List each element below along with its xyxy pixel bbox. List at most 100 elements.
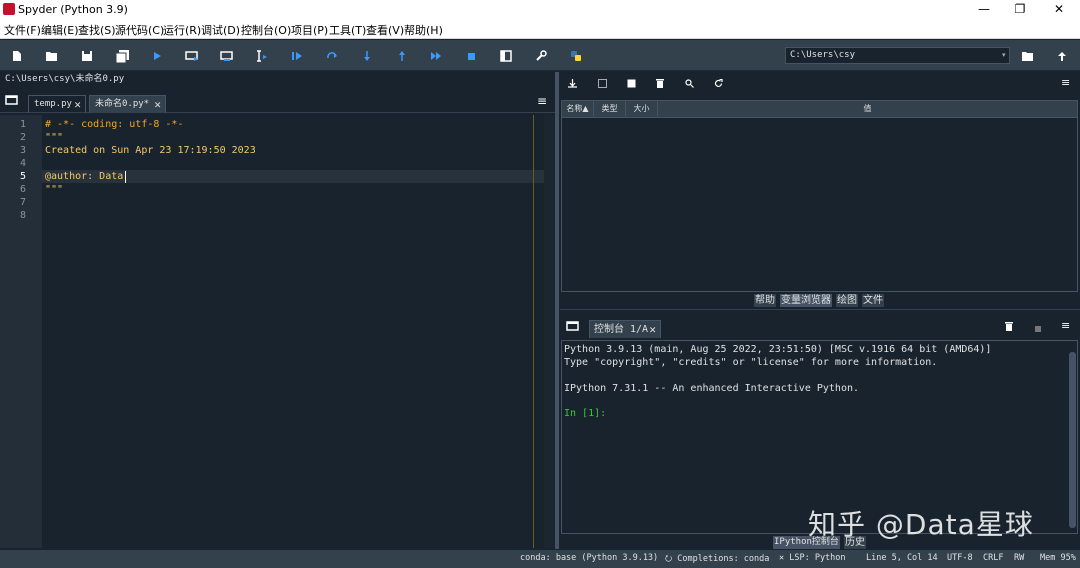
close-window-button[interactable]: ✕ xyxy=(1041,0,1077,20)
browse-folder-icon[interactable] xyxy=(1017,46,1037,66)
pane-divider xyxy=(560,309,1080,310)
window-title: Spyder (Python 3.9) xyxy=(18,3,128,16)
new-file-icon[interactable] xyxy=(7,46,27,66)
open-file-icon[interactable] xyxy=(42,46,62,66)
menu-debug[interactable]: 调试(D) xyxy=(201,22,240,38)
line-number: 6 xyxy=(19,184,26,195)
python-path-manager-icon[interactable] xyxy=(566,46,586,66)
spyder-logo-icon xyxy=(3,3,15,15)
tab-label: 未命名0.py* xyxy=(95,99,150,109)
code-line: """ xyxy=(45,184,64,195)
step-over-icon[interactable] xyxy=(322,46,342,66)
status-eol: CRLF xyxy=(983,553,1004,563)
title-bar xyxy=(0,0,1080,20)
console-line: Python 3.9.13 (main, Aug 25 2022, 23:51:… xyxy=(564,344,992,355)
run-icon[interactable] xyxy=(147,46,167,66)
menu-search[interactable]: 查找(S) xyxy=(78,22,116,38)
menu-help[interactable]: 帮助(H) xyxy=(404,22,443,38)
step-return-icon[interactable] xyxy=(392,46,412,66)
tab-plots[interactable]: 绘图 xyxy=(836,294,858,307)
save-data-icon[interactable] xyxy=(598,78,608,88)
import-data-icon[interactable] xyxy=(568,78,578,88)
status-lsp[interactable]: ✕ LSP: Python xyxy=(779,553,846,563)
edge-line-marker xyxy=(533,115,534,548)
text-cursor xyxy=(125,171,126,183)
line-number: 7 xyxy=(19,197,26,208)
line-number-current: 5 xyxy=(19,171,26,182)
browse-tabs-icon[interactable] xyxy=(566,320,580,332)
parent-directory-icon[interactable] xyxy=(1052,46,1072,66)
close-tab-icon[interactable]: ✕ xyxy=(649,321,656,338)
tab-help[interactable]: 帮助 xyxy=(754,294,776,307)
remove-all-variables-icon[interactable] xyxy=(656,78,666,88)
status-cursor-position: Line 5, Col 14 xyxy=(866,553,938,563)
working-directory-combo[interactable]: C:\Users\csy xyxy=(785,47,1010,64)
line-number: 3 xyxy=(19,145,26,156)
menu-edit[interactable]: 编辑(E) xyxy=(41,22,79,38)
editor-options-menu-icon[interactable]: ≡ xyxy=(537,95,549,107)
preferences-icon[interactable] xyxy=(531,46,551,66)
tab-console-1a[interactable]: 控制台 1/A ✕ xyxy=(589,320,661,338)
maximize-pane-icon[interactable] xyxy=(496,46,516,66)
search-icon[interactable] xyxy=(685,78,695,88)
status-permissions: RW xyxy=(1014,553,1025,563)
column-header-name[interactable]: 名称▲ xyxy=(562,101,594,117)
close-tab-icon[interactable]: ✕ xyxy=(154,96,161,113)
menu-consoles[interactable]: 控制台(O) xyxy=(241,22,291,38)
status-encoding: UTF-8 xyxy=(947,553,973,563)
save-all-icon[interactable] xyxy=(112,46,132,66)
browse-tabs-icon[interactable] xyxy=(5,94,19,106)
debug-icon[interactable] xyxy=(287,46,307,66)
run-selection-icon[interactable] xyxy=(252,46,272,66)
continue-icon[interactable] xyxy=(426,46,446,66)
variable-explorer-options-icon[interactable]: ≡ xyxy=(1061,77,1073,89)
menu-view[interactable]: 查看(V) xyxy=(366,22,404,38)
editor-scrollbar[interactable] xyxy=(544,115,554,548)
console-line: Type "copyright", "credits" or "license"… xyxy=(564,357,938,368)
remove-icon[interactable] xyxy=(1005,321,1014,331)
line-number: 4 xyxy=(19,158,26,169)
stop-kernel-icon[interactable] xyxy=(1035,322,1043,332)
console-options-icon[interactable]: ≡ xyxy=(1061,320,1073,332)
tab-label: temp.py xyxy=(34,99,72,109)
run-cell-advance-icon[interactable] xyxy=(217,46,237,66)
menu-run[interactable]: 运行(R) xyxy=(163,22,201,38)
tab-untitled0-py[interactable]: 未命名0.py* ✕ xyxy=(89,95,166,113)
console-prompt: In [1]: xyxy=(564,408,607,419)
column-header-type[interactable]: 类型 xyxy=(594,101,626,117)
console-tab-label: 控制台 1/A xyxy=(594,324,649,335)
minimize-button[interactable]: — xyxy=(966,0,1002,20)
status-completions[interactable]: ⭮ Completions: conda xyxy=(665,553,769,567)
save-icon[interactable] xyxy=(77,46,97,66)
menu-source[interactable]: 源代码(C) xyxy=(115,22,164,38)
console-line: IPython 7.31.1 -- An enhanced Interactiv… xyxy=(564,383,860,394)
column-header-value[interactable]: 值 xyxy=(658,101,1077,117)
refresh-icon[interactable] xyxy=(714,78,724,88)
variable-table[interactable] xyxy=(561,118,1078,292)
close-tab-icon[interactable]: ✕ xyxy=(74,96,81,113)
run-cell-icon[interactable] xyxy=(182,46,202,66)
stop-debug-icon[interactable] xyxy=(461,46,481,66)
code-line: @author: Data xyxy=(45,171,124,182)
editor-file-path: C:\Users\csy\未命名0.py xyxy=(0,72,555,87)
tab-variable-explorer[interactable]: 变量浏览器 xyxy=(780,294,832,307)
variable-explorer-toolbar xyxy=(560,72,1080,96)
pane-splitter[interactable] xyxy=(555,72,559,549)
chevron-down-icon[interactable]: ▾ xyxy=(1002,47,1010,64)
tab-files[interactable]: 文件 xyxy=(862,294,884,307)
status-memory: Mem 95% xyxy=(1040,553,1076,563)
column-header-size[interactable]: 大小 xyxy=(626,101,658,117)
code-line: """ xyxy=(45,132,64,143)
menu-file[interactable]: 文件(F) xyxy=(4,22,41,38)
save-data-as-icon[interactable] xyxy=(627,78,637,88)
maximize-button[interactable]: ❐ xyxy=(1002,0,1038,20)
spyder-window: Spyder (Python 3.9) — ❐ ✕ 文件(F) 编辑(E) 查找… xyxy=(0,0,1080,568)
line-number: 2 xyxy=(19,132,26,143)
status-conda-env[interactable]: conda: base (Python 3.9.13) xyxy=(520,553,658,563)
tab-temp-py[interactable]: temp.py ✕ xyxy=(28,95,86,113)
console-scrollbar[interactable] xyxy=(1069,352,1076,528)
menu-tools[interactable]: 工具(T) xyxy=(329,22,366,38)
line-number: 8 xyxy=(19,210,26,221)
step-into-icon[interactable] xyxy=(357,46,377,66)
menu-projects[interactable]: 项目(P) xyxy=(291,22,328,38)
